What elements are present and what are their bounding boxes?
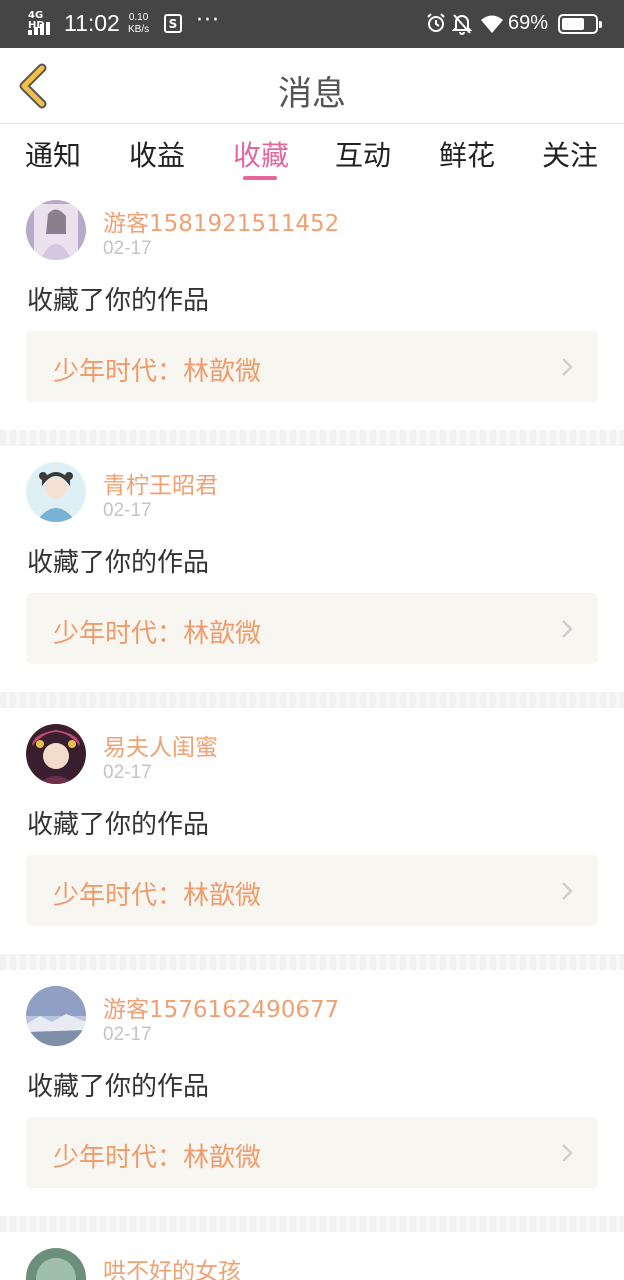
timestamp: 02-17	[103, 500, 152, 521]
chevron-right-icon	[562, 620, 573, 638]
tab-flowers[interactable]: 鲜花	[427, 134, 507, 174]
avatar[interactable]	[26, 724, 86, 784]
more-notifications-icon: ···	[196, 8, 220, 33]
alarm-icon	[427, 13, 445, 32]
work-link[interactable]: 少年时代：林歆微	[26, 855, 598, 926]
signal-icon	[28, 22, 50, 35]
active-tab-indicator	[243, 176, 277, 180]
chevron-right-icon	[562, 882, 573, 900]
username[interactable]: 哄不好的女孩	[103, 1252, 241, 1280]
list-item: 游客1581921511452 02-17 收藏了你的作品 少年时代：林歆微	[0, 184, 624, 446]
tab-notifications[interactable]: 通知	[13, 134, 93, 174]
timestamp: 02-17	[103, 238, 152, 259]
tab-interactions[interactable]: 互动	[323, 134, 403, 174]
battery-percent: 69%	[507, 12, 548, 34]
username[interactable]: 易夫人闺蜜	[103, 728, 218, 762]
favorites-feed: 游客1581921511452 02-17 收藏了你的作品 少年时代：林歆微 青…	[0, 184, 624, 1280]
divider	[0, 1216, 624, 1232]
username[interactable]: 游客1576162490677	[103, 990, 339, 1024]
work-title: 少年时代：林歆微	[53, 1143, 262, 1173]
avatar[interactable]	[26, 462, 86, 522]
divider	[0, 954, 624, 970]
work-link[interactable]: 少年时代：林歆微	[26, 593, 598, 664]
message-text: 收藏了你的作品	[27, 286, 210, 316]
network-speed: 0.10 KB/s	[128, 12, 149, 36]
battery-icon	[558, 14, 602, 34]
list-item: 游客1576162490677 02-17 收藏了你的作品 少年时代：林歆微	[0, 970, 624, 1232]
list-item: 哄不好的女孩	[0, 1232, 624, 1280]
status-bar: 4G HD 11:02 0.10 KB/s S ··· 69%	[0, 0, 624, 48]
work-title: 少年时代：林歆微	[53, 619, 262, 649]
nav-bar: 消息	[0, 48, 624, 124]
username[interactable]: 游客1581921511452	[103, 204, 339, 238]
tab-following[interactable]: 关注	[530, 134, 610, 174]
tab-earnings[interactable]: 收益	[117, 134, 197, 174]
chevron-right-icon	[562, 358, 573, 376]
username[interactable]: 青柠王昭君	[103, 466, 218, 500]
work-title: 少年时代：林歆微	[53, 881, 262, 911]
avatar[interactable]	[26, 986, 86, 1046]
mute-bell-icon	[452, 14, 472, 35]
divider	[0, 430, 624, 446]
timestamp: 02-17	[103, 1024, 152, 1045]
message-text: 收藏了你的作品	[27, 548, 210, 578]
page-title: 消息	[278, 74, 346, 114]
network-speed-value: 0.10	[128, 12, 149, 23]
tab-bar: 通知 收益 收藏 互动 鲜花 关注	[0, 124, 624, 184]
work-title: 少年时代：林歆微	[53, 357, 262, 387]
work-link[interactable]: 少年时代：林歆微	[26, 331, 598, 402]
avatar[interactable]	[26, 1248, 86, 1280]
avatar[interactable]	[26, 200, 86, 260]
s-app-icon: S	[164, 14, 182, 33]
message-text: 收藏了你的作品	[27, 810, 210, 840]
list-item: 易夫人闺蜜 02-17 收藏了你的作品 少年时代：林歆微	[0, 708, 624, 970]
divider	[0, 692, 624, 708]
list-item: 青柠王昭君 02-17 收藏了你的作品 少年时代：林歆微	[0, 446, 624, 708]
tab-favorites[interactable]: 收藏	[221, 134, 301, 174]
chevron-right-icon	[562, 1144, 573, 1162]
timestamp: 02-17	[103, 762, 152, 783]
network-speed-unit: KB/s	[128, 24, 150, 35]
message-text: 收藏了你的作品	[27, 1072, 210, 1102]
work-link[interactable]: 少年时代：林歆微	[26, 1117, 598, 1188]
clock: 11:02	[64, 10, 120, 36]
wifi-icon	[481, 15, 503, 33]
